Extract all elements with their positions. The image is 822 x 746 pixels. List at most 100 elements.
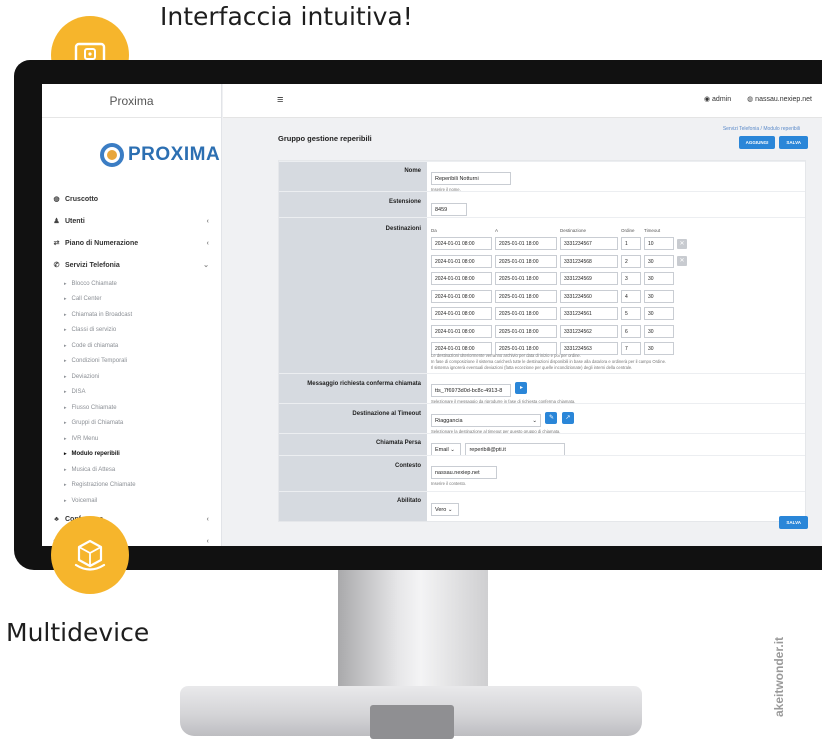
col-header: Destinazione (560, 227, 587, 233)
dest-from-input[interactable]: 2024-01-01 08:00 (431, 324, 492, 338)
link-icon[interactable]: ↗ (561, 411, 574, 424)
dest-from-input[interactable]: 2024-01-01 08:00 (431, 254, 492, 268)
sidebar-subitem-label: DISA (71, 389, 86, 396)
sidebar-item[interactable]: ◍ Cruscotto (42, 188, 221, 210)
sidebar-subitem[interactable]: ▸ Registrazione Chiamate (42, 478, 221, 494)
sidebar-subitem[interactable]: ▸ Blocco Chiamate (42, 276, 221, 292)
dest-order-input[interactable]: 1 (621, 237, 641, 251)
sidebar-subitem[interactable]: ▸ Musica di Attesa (42, 462, 221, 478)
dest-order-input[interactable]: 5 (621, 307, 641, 321)
persa-label: Chiamata Persa (375, 440, 421, 446)
sidebar-subitem[interactable]: ▸ Chiamata in Broadcast (42, 307, 221, 323)
bullet-icon: ▸ (64, 296, 67, 303)
dest-timeout-select[interactable]: 30 (644, 254, 674, 268)
dest-timeout-select[interactable]: 30 (644, 289, 674, 303)
chevron-icon: ‹ (206, 516, 209, 523)
dest-to-input[interactable]: 2025-01-01 18:00 (495, 272, 557, 286)
logo[interactable]: PROXIMA (100, 140, 221, 170)
dest-timeout-select[interactable]: 30 (644, 307, 674, 321)
dest-number-input[interactable]: 3331234568 (560, 254, 618, 268)
dest-to-input[interactable]: 2025-01-01 18:00 (495, 289, 557, 303)
save-button[interactable]: SALVA (779, 516, 808, 529)
contesto-input[interactable]: nassau.nexiep.net (431, 466, 497, 479)
note-line: Il sistema ignorerà eventuali deviazioni… (431, 365, 633, 370)
sidebar-subitem[interactable]: ▸ Modulo reperibili (42, 447, 221, 463)
dest-order-input[interactable]: 6 (621, 324, 641, 338)
abilitato-select[interactable]: Vero ⌄ (431, 503, 459, 516)
numbering-icon: ⇄ (53, 240, 60, 247)
dest-order-input[interactable]: 2 (621, 254, 641, 268)
brand-name[interactable]: Proxima (42, 84, 221, 118)
sidebar-subitem[interactable]: ▸ Gruppi di Chiamata (42, 416, 221, 432)
breadcrumb-item[interactable]: Servizi Telefonia (723, 126, 759, 132)
sidebar-subitem[interactable]: ▸ Code di chiamata (42, 338, 221, 354)
sidebar-subitem-label: Chiamata in Broadcast (71, 311, 133, 318)
destination-row: 2024-01-01 08:00 2025-01-01 18:00 33312345… (431, 288, 687, 306)
nome-input[interactable]: Reperibili Notturni (431, 172, 511, 185)
remove-row-icon[interactable]: ✕ (677, 256, 687, 267)
dest-order-input[interactable]: 3 (621, 272, 641, 286)
conference-icon: ♣ (54, 516, 59, 523)
contesto-label: Contesto (395, 463, 421, 469)
dest-to-input[interactable]: 2025-01-01 18:00 (495, 307, 557, 321)
breadcrumb: Servizi Telefonia / Modulo reperibili (722, 126, 800, 132)
dest-number-input[interactable]: 3331234562 (560, 324, 618, 338)
users-icon: ♟ (53, 218, 60, 225)
sidebar-item[interactable]: ✆ Servizi Telefonia ⌄ (42, 254, 221, 276)
sidebar-subitem[interactable]: ▸ Deviazioni (42, 369, 221, 385)
estensione-input[interactable]: 8459 (431, 203, 467, 216)
topbar-right: ◉ admin ◍ nassau.nexiep.net (704, 95, 812, 103)
add-button[interactable]: AGGIUNGI (738, 136, 776, 149)
messaggio-select[interactable]: tts_7f6973d0d-bc8c-4913-8 (431, 384, 511, 397)
domain-menu[interactable]: ◍ nassau.nexiep.net (747, 95, 812, 103)
sidebar-item-label: Utenti (65, 217, 85, 225)
dest-from-input[interactable]: 2024-01-01 08:00 (431, 289, 492, 303)
sidebar-subitem[interactable]: ▸ Flusso Chiamate (42, 400, 221, 416)
sidebar-subitem[interactable]: ▸ Classi di servizio (42, 323, 221, 339)
sidebar-subitem-label: Deviazioni (71, 373, 100, 380)
timeout-select[interactable]: Riaggancia ⌄ (431, 414, 541, 427)
dest-from-input[interactable]: 2024-01-01 08:00 (431, 237, 492, 251)
edit-icon[interactable]: ✎ (545, 411, 558, 424)
user-menu[interactable]: ◉ admin (704, 95, 731, 103)
dest-from-input[interactable]: 2024-01-01 08:00 (431, 307, 492, 321)
dest-to-input[interactable]: 2025-01-01 18:00 (495, 254, 557, 268)
chevron-down-icon: ⌄ (532, 418, 537, 424)
dest-order-input[interactable]: 4 (621, 289, 641, 303)
logo-text: PROXIMA (128, 144, 221, 165)
dest-from-input[interactable]: 2024-01-01 08:00 (431, 272, 492, 286)
promo-page: Interfaccia intuitiva! Proxima PROXIMA ◍… (0, 0, 822, 746)
estensione-label: Estensione (388, 199, 421, 205)
sidebar-subitem[interactable]: ▸ DISA (42, 385, 221, 401)
dest-to-input[interactable]: 2025-01-01 18:00 (495, 237, 557, 251)
multidevice-label: Multidevice (6, 618, 150, 647)
bullet-icon: ▸ (64, 497, 67, 504)
chevron-icon: ‹ (206, 538, 209, 545)
sidebar-subitem[interactable]: ▸ Condizioni Temporali (42, 354, 221, 370)
sidebar-subitem-label: Flusso Chiamate (71, 404, 117, 411)
dest-to-input[interactable]: 2025-01-01 18:00 (495, 324, 557, 338)
sidebar-subitem[interactable]: ▸ Voicemail (42, 493, 221, 509)
dest-timeout-select[interactable]: 30 (644, 324, 674, 338)
monitor-stand (338, 570, 488, 690)
col-header: A (495, 227, 499, 233)
dest-number-input[interactable]: 3331234567 (560, 237, 618, 251)
dest-number-input[interactable]: 3331234560 (560, 289, 618, 303)
header-buttons: AGGIUNGI SALVA (738, 136, 808, 149)
dest-timeout-select[interactable]: 10 (644, 237, 674, 251)
sidebar-item[interactable]: ⇄ Piano di Numerazione ‹ (42, 232, 221, 254)
dest-number-input[interactable]: 3331234561 (560, 307, 618, 321)
sidebar-subitem[interactable]: ▸ IVR Menu (42, 431, 221, 447)
dest-number-input[interactable]: 3331234569 (560, 272, 618, 286)
sidebar-subitem[interactable]: ▸ Call Center (42, 292, 221, 308)
user-name: admin (712, 96, 732, 103)
form-row-contesto: Contesto nassau.nexiep.net Inserire il c… (279, 455, 805, 491)
bullet-icon: ▸ (64, 311, 67, 318)
play-icon[interactable]: ▸ (515, 381, 528, 394)
bullet-icon: ▸ (64, 327, 67, 334)
hamburger-icon[interactable]: ≡ (277, 94, 283, 106)
sidebar-item[interactable]: ♟ Utenti ‹ (42, 210, 221, 232)
save-top-button[interactable]: SALVA (779, 136, 808, 149)
remove-row-icon[interactable]: ✕ (677, 238, 687, 249)
dest-timeout-select[interactable]: 30 (644, 272, 674, 286)
